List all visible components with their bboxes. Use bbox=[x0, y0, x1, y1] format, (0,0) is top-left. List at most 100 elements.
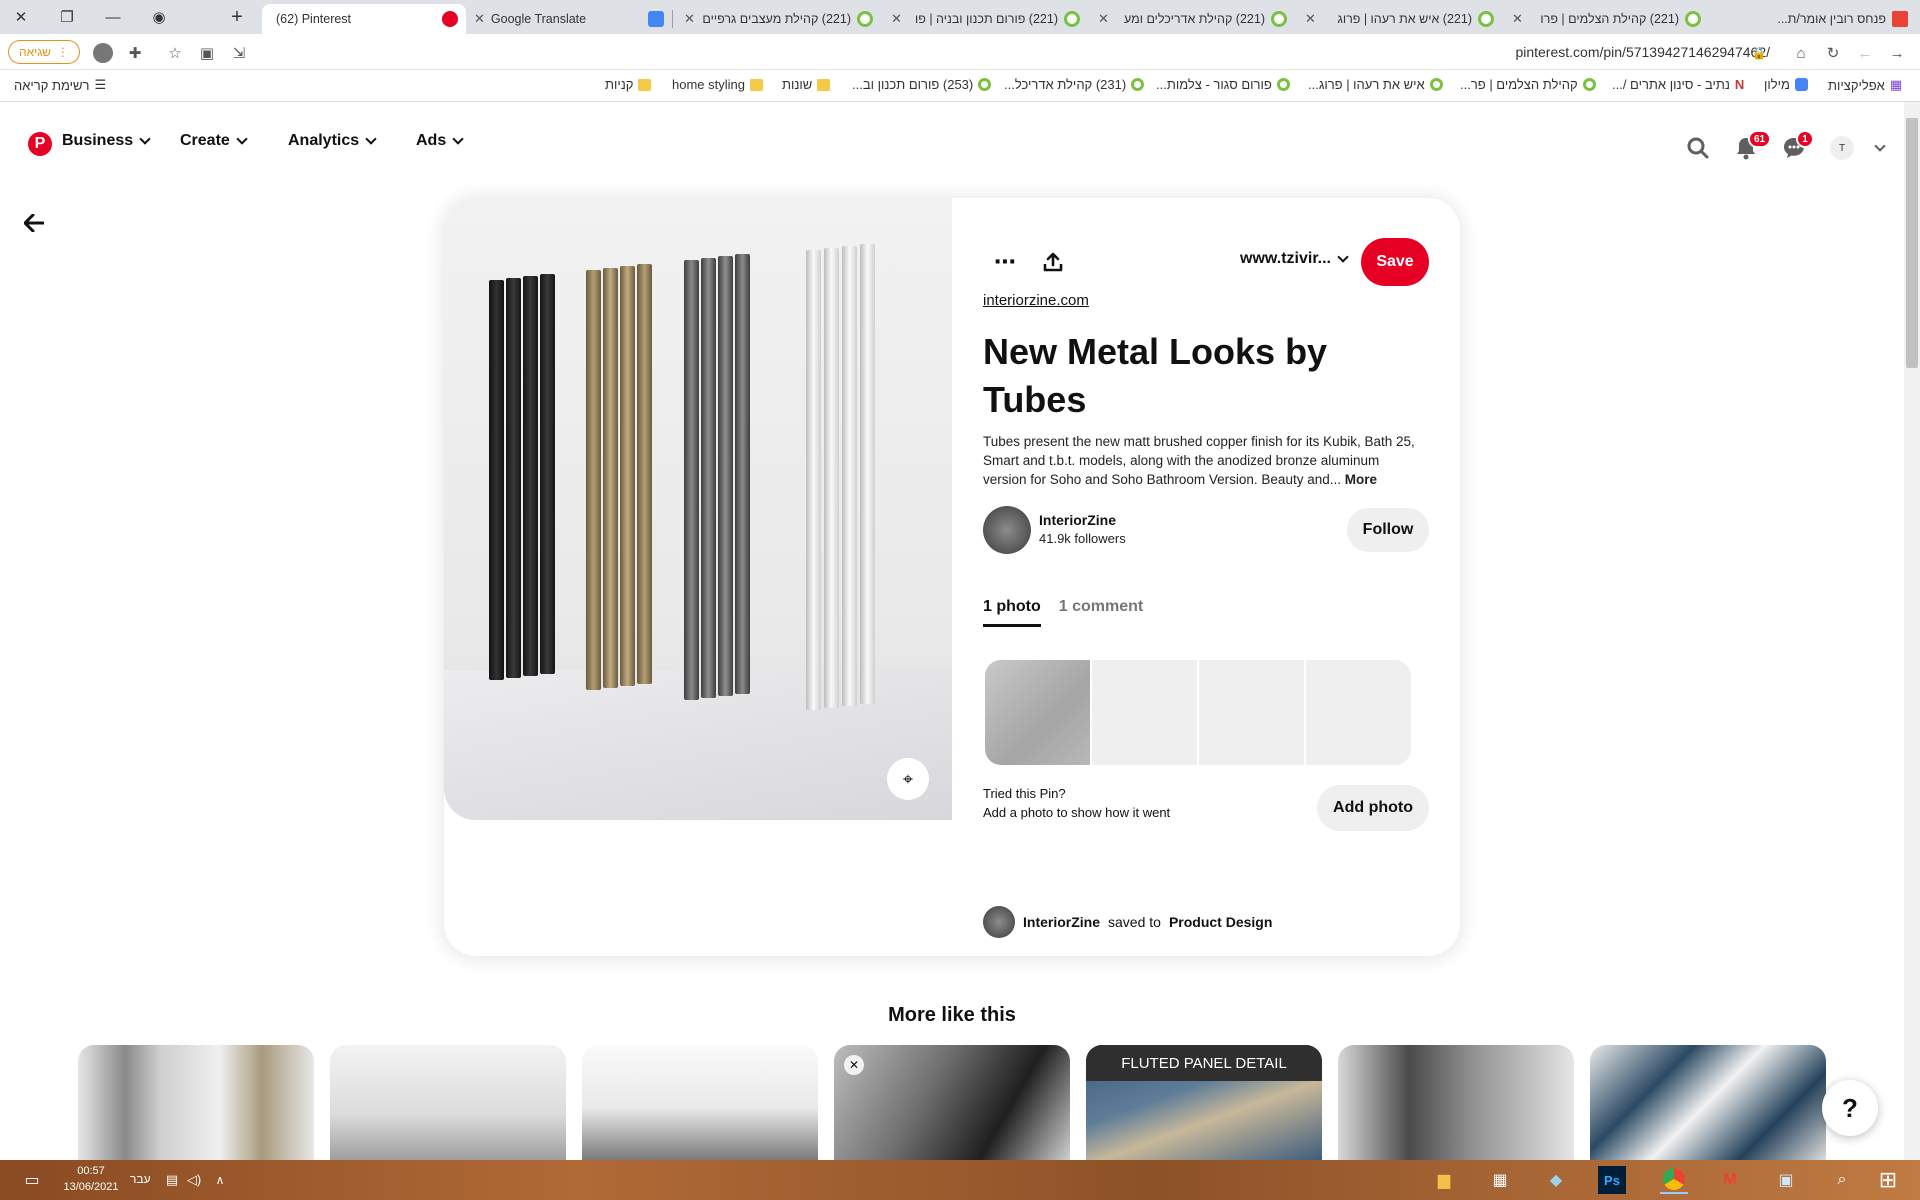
add-photo-button[interactable]: Add photo bbox=[1317, 785, 1429, 831]
saver-avatar[interactable] bbox=[983, 906, 1015, 938]
gmail-app-icon[interactable]: M bbox=[1716, 1166, 1744, 1194]
related-pin[interactable] bbox=[1590, 1045, 1826, 1160]
profile-error-chip[interactable]: שגיאה ⋮ bbox=[8, 40, 80, 64]
board-selector[interactable]: www.tzivir... bbox=[1240, 250, 1349, 268]
related-pin[interactable] bbox=[330, 1045, 566, 1160]
home-icon[interactable]: ⌂ bbox=[1790, 42, 1812, 64]
more-options-icon[interactable]: ⋯ bbox=[983, 240, 1027, 284]
bookmark-star-icon[interactable]: ☆ bbox=[164, 42, 186, 64]
app-icon[interactable]: ◆ bbox=[1542, 1166, 1570, 1194]
new-tab-icon[interactable]: + bbox=[224, 4, 250, 30]
close-tab-icon[interactable]: ✕ bbox=[474, 11, 485, 27]
notifications-bell-icon[interactable]: 61 bbox=[1726, 128, 1772, 168]
apps-bookmark[interactable]: ▦ אפליקציות bbox=[1828, 77, 1902, 93]
more-link[interactable]: More bbox=[1345, 472, 1377, 487]
saver-name[interactable]: InteriorZine bbox=[1023, 914, 1100, 930]
tab-building-forum[interactable]: (221) פורום תכנון ובניה | פו ✕ bbox=[883, 4, 1088, 34]
pin-image[interactable]: ⌖ bbox=[444, 198, 952, 820]
windows-start-icon[interactable]: ⊞ bbox=[1874, 1166, 1902, 1194]
close-window-icon[interactable]: ✕ bbox=[8, 4, 34, 30]
bookmark-item[interactable]: איש את רעהו | פרוג... bbox=[1308, 77, 1443, 92]
taskbar-clock[interactable]: 00:57 13/06/2021 bbox=[56, 1163, 126, 1195]
related-pin[interactable]: FLUTED PANEL DETAIL bbox=[1086, 1045, 1322, 1160]
extensions-icon[interactable]: ✚ bbox=[124, 42, 146, 64]
media-icon[interactable]: ▣ bbox=[196, 42, 218, 64]
nav-business[interactable]: Business bbox=[62, 132, 151, 150]
close-tab-icon[interactable]: ✕ bbox=[1305, 11, 1316, 27]
tab-gmail[interactable]: פנחס רובין אומר/ת... bbox=[1711, 4, 1916, 34]
tab-photographers[interactable]: (221) קהילת הצלמים | פרו ✕ bbox=[1504, 4, 1709, 34]
search-icon[interactable] bbox=[1678, 128, 1718, 168]
empty-photo-slot bbox=[1092, 660, 1197, 765]
forward-icon[interactable]: ← bbox=[1854, 42, 1876, 64]
related-pin[interactable] bbox=[78, 1045, 314, 1160]
scrollbar-thumb[interactable] bbox=[1906, 118, 1918, 368]
close-tab-icon[interactable]: ✕ bbox=[1512, 11, 1523, 27]
bookmark-item[interactable]: שונות bbox=[782, 77, 831, 92]
related-pin[interactable]: ✕ bbox=[834, 1045, 1070, 1160]
tab-google-translate[interactable]: ✕ Google Translate bbox=[466, 4, 672, 34]
reload-icon[interactable]: ↻ bbox=[1822, 42, 1844, 64]
bookmark-item[interactable]: home styling bbox=[672, 77, 763, 92]
account-chevron-down-icon[interactable] bbox=[1860, 128, 1900, 168]
show-hidden-icons-icon[interactable]: ∧ bbox=[206, 1166, 234, 1194]
lock-icon[interactable]: 🔒 bbox=[1748, 42, 1770, 64]
volume-icon[interactable]: ◁) bbox=[180, 1166, 208, 1194]
tried-photo-thumbnail[interactable] bbox=[985, 660, 1090, 765]
taskbar-search-icon[interactable]: ⌕ bbox=[1828, 1166, 1856, 1194]
author-name[interactable]: InteriorZine bbox=[1039, 512, 1116, 528]
photoshop-icon[interactable]: Ps bbox=[1598, 1166, 1626, 1194]
bookmark-item[interactable]: פורום סגור - צלמות... bbox=[1156, 77, 1290, 92]
bookmark-item[interactable]: קניות bbox=[605, 77, 652, 92]
nav-ads[interactable]: Ads bbox=[416, 132, 464, 150]
minimize-window-icon[interactable]: — bbox=[100, 4, 126, 30]
tab-comments[interactable]: 1 comment bbox=[1059, 598, 1143, 627]
reading-list[interactable]: רשימת קריאה ☰ bbox=[14, 77, 106, 93]
source-domain-link[interactable]: interiorzine.com bbox=[983, 292, 1089, 309]
close-tab-icon[interactable]: ✕ bbox=[684, 11, 695, 27]
hide-pin-close-icon[interactable]: ✕ bbox=[844, 1055, 864, 1075]
restore-window-icon[interactable]: ❐ bbox=[54, 4, 80, 30]
related-pin[interactable] bbox=[582, 1045, 818, 1160]
tab-graphic-designers[interactable]: (221) קהילת מעצבים גרפיים ✕ bbox=[676, 4, 881, 34]
bookmark-item[interactable]: N נתיב - סינון אתרים /... bbox=[1612, 77, 1744, 92]
tab-architects[interactable]: (221) קהילת אדריכלים ומע ✕ bbox=[1090, 4, 1295, 34]
reading-list-icon: ☰ bbox=[94, 77, 107, 92]
related-pin[interactable] bbox=[1338, 1045, 1574, 1160]
close-tab-icon[interactable]: ✕ bbox=[891, 11, 902, 27]
nav-create[interactable]: Create bbox=[180, 132, 248, 150]
back-arrow-icon[interactable] bbox=[23, 208, 45, 239]
file-explorer-icon[interactable]: ▆ bbox=[1430, 1166, 1458, 1194]
messages-icon[interactable]: 1 bbox=[1774, 128, 1814, 168]
action-center-icon[interactable]: ▭ bbox=[18, 1166, 46, 1194]
close-tab-icon[interactable]: ✕ bbox=[1098, 11, 1109, 27]
nav-analytics[interactable]: Analytics bbox=[288, 132, 377, 150]
board-name-link[interactable]: Product Design bbox=[1169, 914, 1272, 930]
help-button[interactable]: ? bbox=[1822, 1080, 1878, 1136]
share-icon[interactable] bbox=[1031, 240, 1075, 284]
address-bar[interactable]: pinterest.com/pin/571394271462947462/ bbox=[1515, 44, 1770, 60]
bookmark-item[interactable]: (253) פורום תכנון וב... bbox=[852, 77, 992, 92]
input-language[interactable]: עבר bbox=[130, 1172, 151, 1186]
calculator-icon[interactable]: ▦ bbox=[1486, 1166, 1514, 1194]
author-avatar[interactable] bbox=[983, 506, 1031, 554]
tab-search-icon[interactable]: ◉ bbox=[146, 4, 172, 30]
profile-avatar[interactable]: T bbox=[1822, 128, 1862, 168]
bookmark-item[interactable]: מילון bbox=[1764, 77, 1808, 92]
profile-avatar-icon[interactable] bbox=[92, 42, 114, 64]
bookmark-item[interactable]: קהילת הצלמים | פר... bbox=[1460, 77, 1596, 92]
tab-title: (221) איש את רעהו | פרוג bbox=[1337, 12, 1472, 26]
visual-search-icon[interactable]: ⌖ bbox=[887, 758, 929, 800]
install-app-icon[interactable]: ⇲ bbox=[228, 42, 250, 64]
pinterest-logo-icon[interactable]: P bbox=[28, 132, 52, 156]
follow-button[interactable]: Follow bbox=[1347, 508, 1429, 552]
save-button[interactable]: Save bbox=[1361, 238, 1429, 286]
chrome-icon[interactable] bbox=[1660, 1166, 1688, 1194]
tab-ish-et-reehu[interactable]: (221) איש את רעהו | פרוג ✕ bbox=[1297, 4, 1502, 34]
community-icon bbox=[1271, 11, 1287, 27]
screen-app-icon[interactable]: ▣ bbox=[1772, 1166, 1800, 1194]
tab-pinterest[interactable]: (62) Pinterest bbox=[262, 4, 466, 34]
tab-photos[interactable]: 1 photo bbox=[983, 598, 1041, 627]
back-icon[interactable]: → bbox=[1886, 42, 1908, 64]
bookmark-item[interactable]: (231) קהילת אדריכל... bbox=[1004, 77, 1145, 92]
